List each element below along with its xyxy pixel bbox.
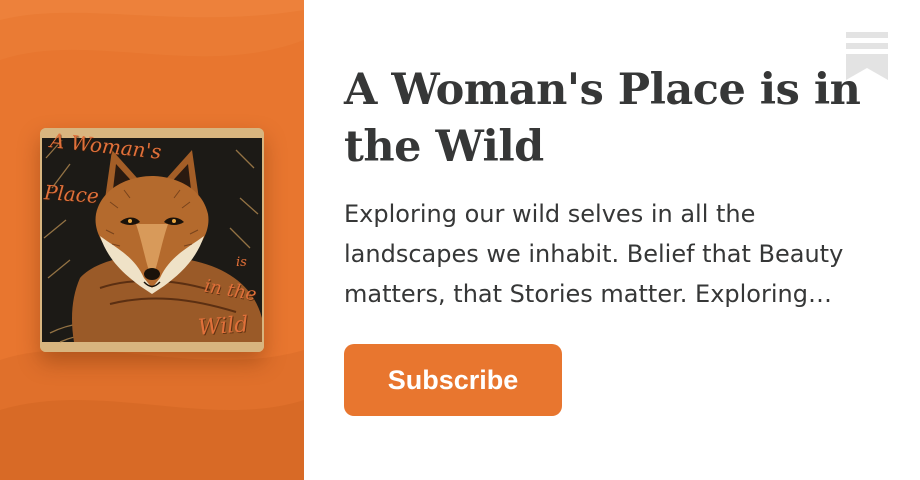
cover-title-line: in the: [202, 275, 259, 306]
cover-title-line: is: [236, 255, 247, 270]
subscribe-button[interactable]: Subscribe: [344, 344, 562, 416]
substack-bookmark-icon: [846, 32, 888, 80]
publication-description: Exploring our wild selves in all the lan…: [344, 200, 844, 308]
cover-panel: A Woman's Place is in the Wild: [0, 0, 304, 480]
publication-cover[interactable]: A Woman's Place is in the Wild: [40, 128, 264, 352]
cover-title-line: A Woman's: [49, 128, 163, 164]
publication-title: A Woman's Place is in the Wild: [344, 65, 861, 172]
cover-title-line: Place: [43, 180, 100, 208]
cover-title: A Woman's Place is in the Wild: [40, 128, 264, 352]
publication-info: A Woman's Place is in the Wild Exploring…: [344, 62, 864, 314]
publication-card: A Woman's Place is in the Wild A Woman's…: [0, 0, 920, 480]
cover-title-line: Wild: [197, 312, 250, 341]
